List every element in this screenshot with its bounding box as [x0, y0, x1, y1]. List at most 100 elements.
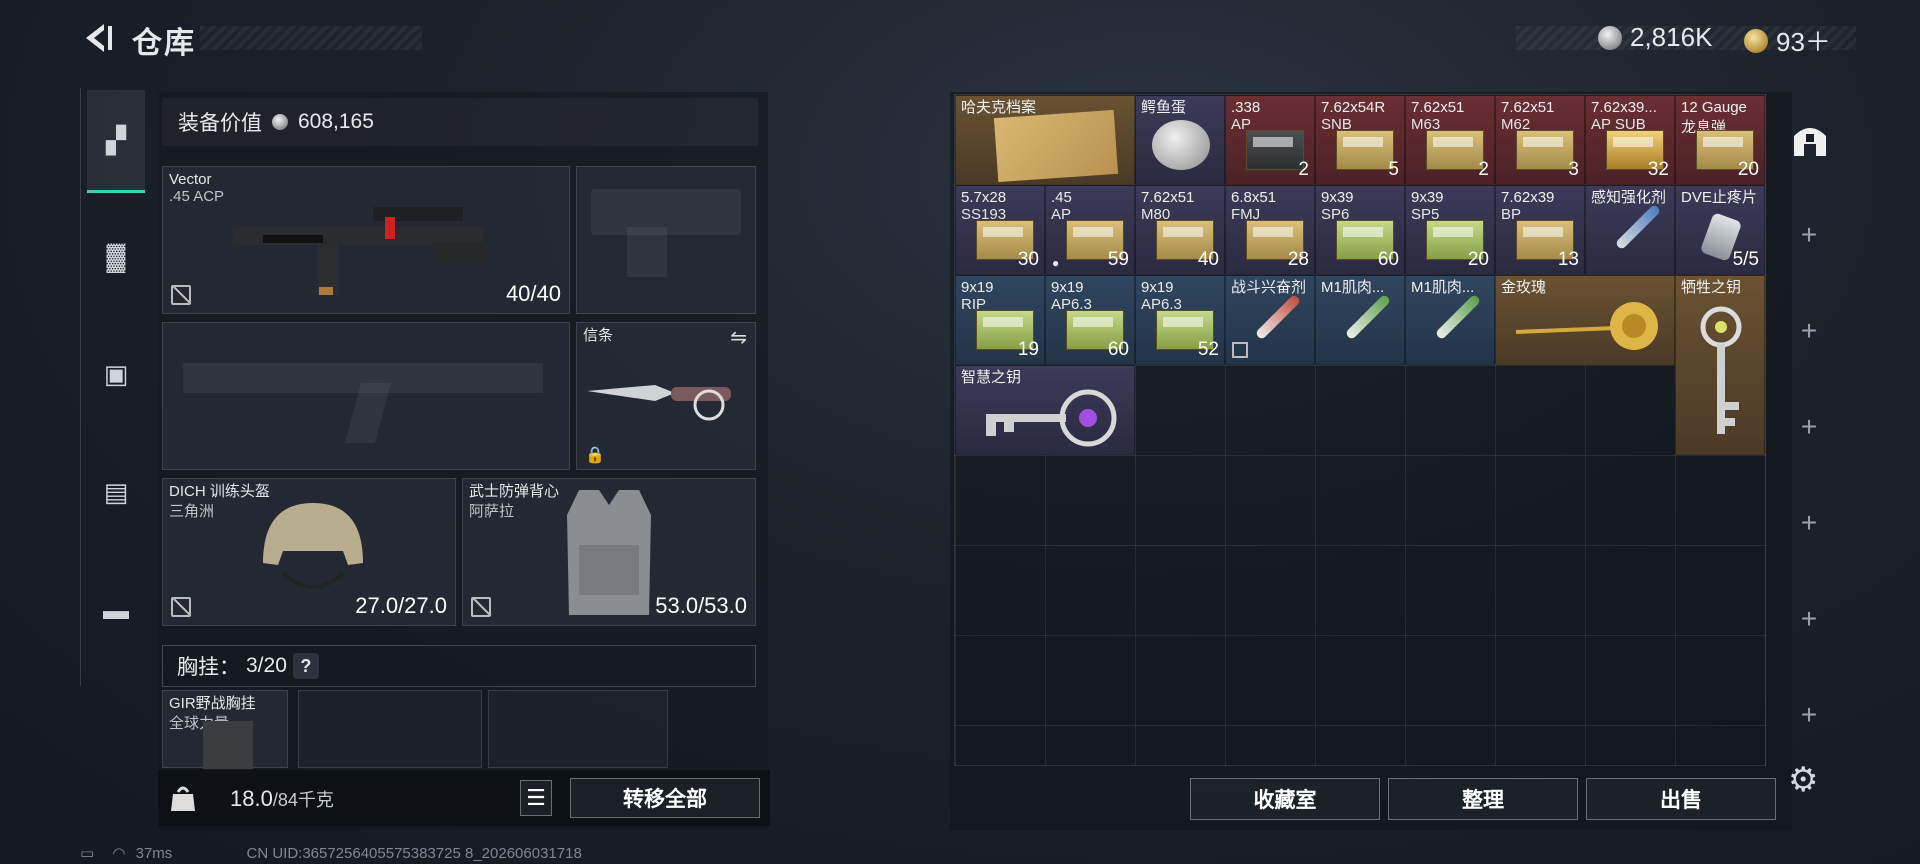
back-arrow-icon[interactable]	[78, 20, 114, 56]
grid-item[interactable]: .45 AP 59 ●	[1045, 185, 1135, 275]
no-insurance-icon	[1232, 342, 1248, 358]
rig-pocket-slot[interactable]	[298, 690, 482, 768]
grid-item[interactable]: 9x19 RIP 19	[955, 275, 1045, 365]
gold-rose-image	[1515, 302, 1658, 350]
list-view-icon[interactable]: ☰	[520, 780, 552, 816]
sell-button[interactable]: 出售	[1586, 778, 1776, 820]
transfer-all-button[interactable]: 转移全部	[570, 778, 760, 818]
grid-item[interactable]: 7.62x51 M62 3	[1495, 95, 1585, 185]
gold-currency[interactable]: 93＋	[1744, 22, 1831, 59]
grid-item[interactable]: DVE止疼片 5/5	[1675, 185, 1765, 275]
battery-icon: ▭	[80, 845, 95, 862]
grid-item[interactable]: 9x39 SP6 60	[1315, 185, 1405, 275]
silver-coin-icon	[272, 114, 288, 130]
silver-currency[interactable]: 2,816K	[1598, 22, 1712, 53]
helmet-slot[interactable]: DICH 训练头盔 三角洲 27.0/27.0	[162, 478, 456, 626]
grid-item[interactable]: .338 AP 2	[1225, 95, 1315, 185]
vector-rifle-image	[233, 207, 488, 295]
chest-rig-slot[interactable]: GIR野战胸挂 全球力量	[162, 690, 288, 769]
secondary-weapon-slot[interactable]	[576, 166, 756, 314]
grid-item[interactable]: 9x19 AP6.3 60	[1045, 275, 1135, 365]
category-rail: ▞ ▓ ▣ ▤ ▬	[80, 88, 151, 686]
swap-icon[interactable]: ⇋	[730, 325, 747, 350]
no-insurance-icon	[471, 597, 491, 617]
settings-gear-icon[interactable]: ⚙	[1788, 760, 1828, 800]
help-icon[interactable]: ?	[292, 653, 319, 679]
tab-weapons[interactable]: ▞	[87, 90, 145, 193]
melee-slot[interactable]: 信条 ⇋ 🔒	[576, 322, 756, 470]
add-container-icon[interactable]: +	[1794, 507, 1824, 538]
backpack-icon: ▣	[103, 358, 129, 389]
collection-room-button[interactable]: 收藏室	[1190, 778, 1380, 820]
pistol-icon: ▞	[106, 124, 126, 155]
grid-item[interactable]: 战斗兴奋剂	[1225, 275, 1315, 365]
add-container-icon[interactable]: +	[1794, 219, 1824, 250]
silver-coin-icon	[1598, 25, 1622, 50]
grid-item[interactable]: 感知强化剂	[1585, 185, 1675, 275]
grid-item[interactable]: 牺牲之钥	[1675, 275, 1765, 455]
no-insurance-icon	[171, 597, 191, 617]
grid-item[interactable]: 5.7x28 SS193 30	[955, 185, 1045, 275]
grid-item[interactable]: 7.62x54R SNB 5	[1315, 95, 1405, 185]
organize-button[interactable]: 整理	[1388, 778, 1578, 820]
armor-slot[interactable]: 武士防弹背心 阿萨拉 53.0/53.0	[462, 478, 756, 626]
wifi-icon: ◠	[112, 845, 126, 862]
marker-dot-icon: ●	[1052, 256, 1060, 270]
primary-weapon-slot[interactable]: Vector .45 ACP 40/40	[162, 166, 570, 314]
stash-grid[interactable]: 哈夫克档案 鳄鱼蛋 .338 AP 2 7.62x54R SNB 5 7.62x51 M6…	[954, 94, 1766, 766]
rig-pocket-slot[interactable]	[488, 690, 668, 768]
secondary-rifle-slot[interactable]	[162, 322, 570, 470]
egg-image	[1152, 120, 1210, 170]
document-image	[993, 109, 1119, 183]
grid-item[interactable]: 金玫瑰	[1495, 275, 1675, 365]
add-container-icon[interactable]: +	[1794, 315, 1824, 346]
grid-item[interactable]: 7.62x51 M80 40	[1135, 185, 1225, 275]
grid-item[interactable]: 7.62x51 M63 2	[1405, 95, 1495, 185]
page-title: 仓库	[132, 27, 196, 60]
stash-container-icon[interactable]	[1792, 122, 1828, 158]
value-amount: 608,165	[298, 110, 374, 133]
lock-icon: 🔒	[585, 447, 605, 464]
vest-image	[567, 490, 651, 615]
briefcase-icon: ▬	[103, 594, 129, 625]
container-rail: + + + + + +	[1776, 92, 1842, 732]
grid-item[interactable]: 9x19 AP6.3 52	[1135, 275, 1225, 365]
wisdom-key-image	[986, 389, 1117, 447]
grid-item[interactable]: 7.62x39... AP SUB 32	[1585, 95, 1675, 185]
chest-label: 胸挂：	[177, 656, 240, 679]
grid-item[interactable]: 9x39 SP5 20	[1405, 185, 1495, 275]
rig-icon: ▤	[103, 476, 129, 507]
grid-item[interactable]: M1肌肉...	[1405, 275, 1495, 365]
grid-item[interactable]: 6.8x51 FMJ 28	[1225, 185, 1315, 275]
chest-capacity: 3/20	[246, 654, 287, 677]
equipment-value: 装备价值 608,165	[162, 98, 758, 146]
grid-item[interactable]: 鳄鱼蛋	[1135, 95, 1225, 185]
weight-icon	[171, 786, 195, 811]
title-decoration	[200, 26, 422, 50]
tab-armor[interactable]: ▓	[87, 206, 145, 306]
grid-item[interactable]: 哈夫克档案	[955, 95, 1135, 185]
status-bar: ▭ ◠ 37ms CN UID:3657256405575383725 8_20…	[80, 844, 582, 862]
add-container-icon[interactable]: +	[1794, 603, 1824, 634]
weight-readout: 18.0/84千克	[230, 786, 334, 811]
grid-item[interactable]: 12 Gauge 龙息弹 20	[1675, 95, 1765, 185]
rig-image	[203, 721, 253, 769]
tab-backpack[interactable]: ▣	[87, 324, 145, 424]
knife-image	[587, 385, 731, 421]
tab-case[interactable]: ▬	[87, 560, 145, 660]
grid-item[interactable]: 智慧之钥	[955, 365, 1135, 455]
grid-item[interactable]: M1肌肉...	[1315, 275, 1405, 365]
tab-rig[interactable]: ▤	[87, 442, 145, 542]
pistol-grip-silhouette	[627, 227, 667, 277]
value-label: 装备价值	[178, 112, 262, 135]
chest-rig-header: 胸挂： 3/20 ?	[162, 645, 756, 687]
ping-readout: 37ms	[135, 845, 173, 862]
vest-icon: ▓	[106, 240, 126, 271]
gold-coin-icon	[1744, 28, 1768, 53]
uid-readout: CN UID:3657256405575383725 8_20260603171…	[246, 845, 582, 862]
add-container-icon[interactable]: +	[1794, 411, 1824, 442]
helmet-image	[263, 503, 363, 589]
sacrifice-key-image	[1700, 306, 1742, 434]
grid-item[interactable]: 7.62x39 BP 13	[1495, 185, 1585, 275]
add-container-icon[interactable]: +	[1794, 699, 1824, 730]
